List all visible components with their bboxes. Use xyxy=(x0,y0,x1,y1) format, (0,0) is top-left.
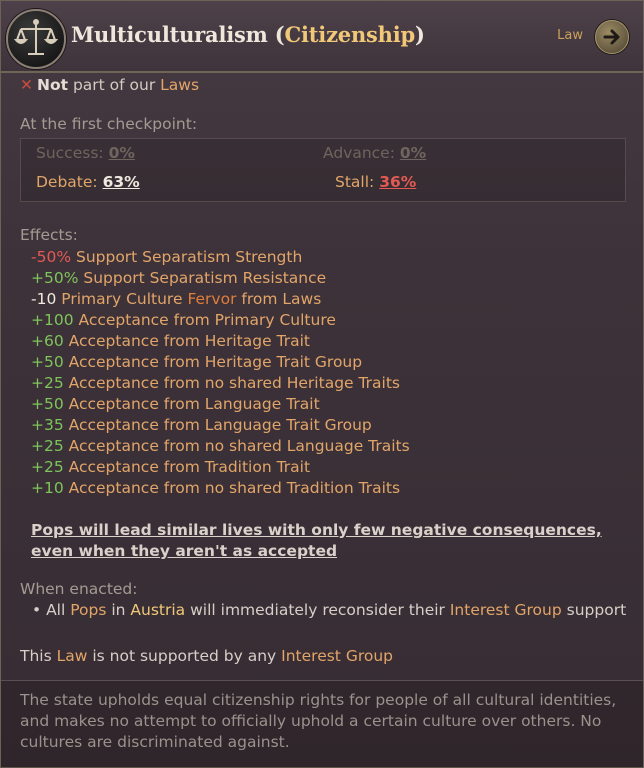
effect-value: +25 xyxy=(31,458,64,476)
effect-line: +25 Acceptance from Tradition Trait xyxy=(31,457,631,478)
flavor-text: The state upholds equal citizenship righ… xyxy=(20,691,617,751)
enacted-text: support xyxy=(561,601,627,619)
effect-text: from Laws xyxy=(236,290,322,308)
effect-line: +100 Acceptance from Primary Culture xyxy=(31,310,631,331)
effect-value: -10 xyxy=(31,290,57,308)
title-main: Multiculturalism xyxy=(71,22,268,47)
checkpoint-box: Success: 0% Advance: 0% Debate: 63% Stal… xyxy=(20,138,626,202)
effects-label: Effects: xyxy=(20,226,78,244)
enacted-text: will immediately reconsider their xyxy=(185,601,450,619)
effect-value: +25 xyxy=(31,437,64,455)
law-link-inline[interactable]: Law xyxy=(57,647,88,665)
status-text: part of our xyxy=(68,76,161,94)
support-text: This xyxy=(20,647,57,665)
effect-value: +50 xyxy=(31,353,64,371)
interest-group-link[interactable]: Interest Group xyxy=(450,601,562,619)
title-close: ) xyxy=(414,22,425,47)
effect-text[interactable]: Acceptance from Heritage Trait xyxy=(64,332,310,350)
success-value[interactable]: 0% xyxy=(109,144,135,162)
effect-text[interactable]: Support Separatism Strength xyxy=(71,248,302,266)
interest-group-link[interactable]: Interest Group xyxy=(281,647,393,665)
effect-text[interactable]: Acceptance from Heritage Trait Group xyxy=(64,353,362,371)
effect-value: +60 xyxy=(31,332,64,350)
arrow-right-icon[interactable] xyxy=(595,20,629,54)
support-text: is not supported by any xyxy=(87,647,282,665)
effect-value: +35 xyxy=(31,416,64,434)
success-chance: Success: 0% xyxy=(36,144,135,162)
enacted-text: All xyxy=(41,601,71,619)
debate-label: Debate: xyxy=(36,173,98,191)
effects-list: -50% Support Separatism Strength +50% Su… xyxy=(31,247,631,499)
effect-value: +100 xyxy=(31,311,74,329)
title-open: ( xyxy=(267,22,285,47)
effect-text[interactable]: Acceptance from Tradition Trait xyxy=(64,458,310,476)
stall-value[interactable]: 36% xyxy=(379,173,416,191)
support-line: This Law is not supported by any Interes… xyxy=(20,647,393,665)
laws-link[interactable]: Laws xyxy=(160,76,199,94)
law-summary: Pops will lead similar lives with only f… xyxy=(31,521,602,560)
effect-line: -10 Primary Culture Fervor from Laws xyxy=(31,289,631,310)
effect-line: +60 Acceptance from Heritage Trait xyxy=(31,331,631,352)
scales-of-justice-icon xyxy=(6,9,66,69)
effect-text[interactable]: Acceptance from no shared Language Trait… xyxy=(64,437,410,455)
effect-line: +10 Acceptance from no shared Tradition … xyxy=(31,478,631,499)
effect-value: -50% xyxy=(31,248,72,266)
status-not: Not xyxy=(37,76,69,94)
effect-value: +50 xyxy=(31,395,64,413)
effect-line: +50% Support Separatism Resistance xyxy=(31,268,631,289)
effect-text[interactable]: Acceptance from no shared Heritage Trait… xyxy=(64,374,400,392)
checkpoint-label: At the first checkpoint: xyxy=(20,115,198,133)
success-label: Success: xyxy=(36,144,104,162)
tooltip-header: Multiculturalism (Citizenship) Law xyxy=(1,1,643,73)
cross-icon: ✕ xyxy=(20,76,33,94)
effect-text[interactable]: Acceptance from Language Trait xyxy=(64,395,320,413)
stall-chance: Stall: 36% xyxy=(335,173,416,191)
law-link[interactable]: Law xyxy=(557,28,583,43)
law-title: Multiculturalism (Citizenship) xyxy=(71,22,425,47)
flavor-section: The state upholds equal citizenship righ… xyxy=(1,680,643,768)
effect-line: +25 Acceptance from no shared Heritage T… xyxy=(31,373,631,394)
debate-chance: Debate: 63% xyxy=(36,173,140,191)
debate-value[interactable]: 63% xyxy=(103,173,140,191)
effect-text: Primary Culture xyxy=(56,290,188,308)
law-status: ✕ Not part of our Laws xyxy=(20,76,199,94)
effect-value: +50% xyxy=(31,269,79,287)
law-tooltip-panel: Multiculturalism (Citizenship) Law ✕ Not … xyxy=(0,0,644,768)
effect-line: +50 Acceptance from Language Trait xyxy=(31,394,631,415)
effect-line: -50% Support Separatism Strength xyxy=(31,247,631,268)
fervor-link[interactable]: Fervor xyxy=(187,290,236,308)
effect-line: +35 Acceptance from Language Trait Group xyxy=(31,415,631,436)
bullet: • xyxy=(32,601,42,619)
effect-text[interactable]: Acceptance from no shared Tradition Trai… xyxy=(64,479,400,497)
effect-value: +25 xyxy=(31,374,64,392)
advance-label: Advance: xyxy=(323,144,395,162)
enacted-effect: • All Pops in Austria will immediately r… xyxy=(32,601,626,619)
effect-line: +25 Acceptance from no shared Language T… xyxy=(31,436,631,457)
pops-link[interactable]: Pops xyxy=(70,601,106,619)
stall-label: Stall: xyxy=(335,173,375,191)
country-link[interactable]: Austria xyxy=(130,601,185,619)
when-enacted-label: When enacted: xyxy=(20,580,138,598)
effect-line: +50 Acceptance from Heritage Trait Group xyxy=(31,352,631,373)
effect-value: +10 xyxy=(31,479,64,497)
effect-text[interactable]: Support Separatism Resistance xyxy=(78,269,326,287)
advance-chance: Advance: 0% xyxy=(323,144,426,162)
effect-text[interactable]: Acceptance from Language Trait Group xyxy=(64,416,372,434)
advance-value[interactable]: 0% xyxy=(400,144,426,162)
effect-text[interactable]: Acceptance from Primary Culture xyxy=(74,311,336,329)
title-highlight[interactable]: Citizenship xyxy=(285,22,416,47)
enacted-text: in xyxy=(106,601,131,619)
